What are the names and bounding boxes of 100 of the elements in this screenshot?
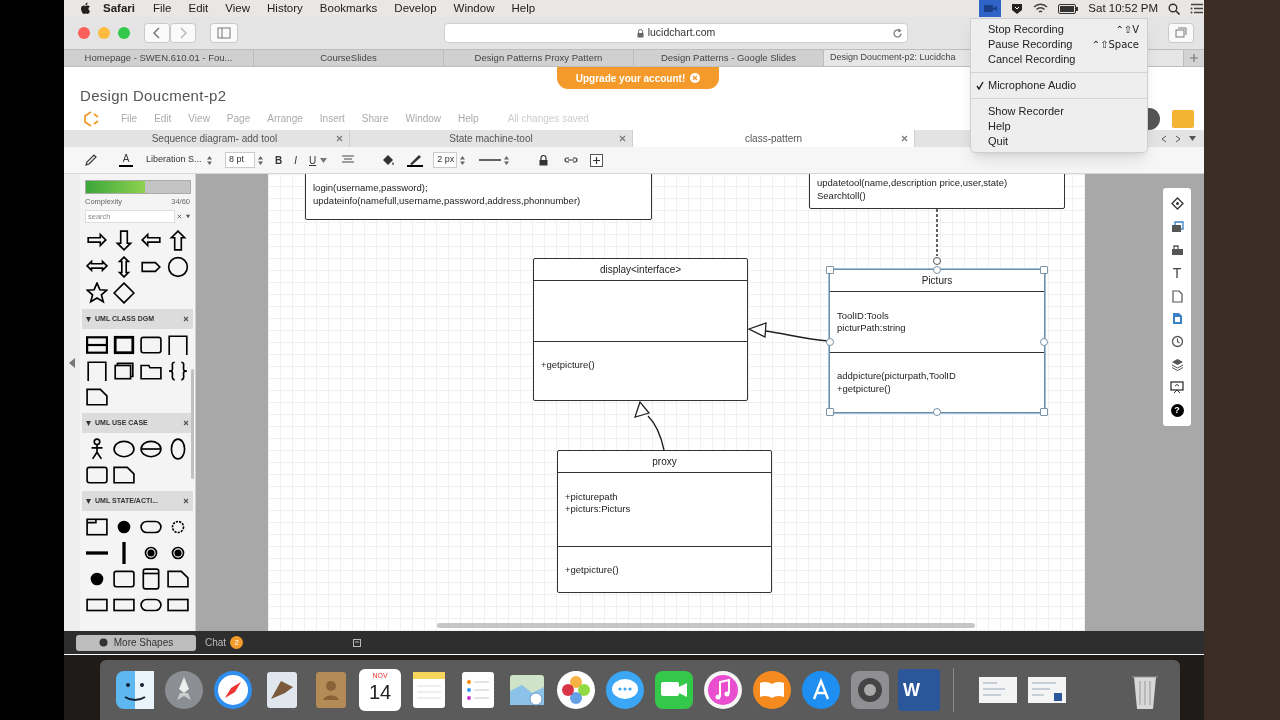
stepper-icon[interactable] — [258, 155, 263, 165]
selection-handle[interactable] — [933, 408, 941, 416]
diamond-icon[interactable] — [1170, 196, 1184, 210]
menu-item[interactable]: Show Recorder — [971, 104, 1147, 119]
frame-icon[interactable] — [167, 334, 189, 357]
stacked-rectangles-icon[interactable] — [113, 360, 135, 383]
class-box[interactable]: Picturs ToolID:Tools picturPath:string addpicture(picturpath,ToolID +getpicture() — [829, 269, 1045, 413]
close-icon[interactable] — [336, 135, 343, 142]
page-icon[interactable] — [1171, 289, 1183, 303]
class-box[interactable]: proxy +picturepath +picturs:Picturs +getpicture() — [557, 450, 772, 593]
word-document-icon[interactable]: W — [898, 669, 940, 711]
class-box[interactable]: login(username,password); updateinfo(namefull,username,password,address,phonnumber) — [305, 174, 652, 220]
style-button[interactable]: U — [309, 152, 317, 168]
caret-down-icon[interactable] — [86, 420, 91, 426]
speech-bubble-icon[interactable] — [604, 669, 646, 711]
stepper-icon[interactable] — [207, 155, 212, 165]
menu-item[interactable]: Cancel Recording — [971, 52, 1147, 67]
shapes-icon[interactable] — [1170, 242, 1184, 256]
menu-item[interactable]: Window — [453, 0, 495, 18]
rectangle-icon[interactable] — [140, 568, 162, 591]
apple-icon[interactable] — [80, 2, 91, 15]
open-book-icon[interactable] — [751, 669, 793, 711]
note-icon[interactable] — [167, 568, 189, 591]
caret-down-icon[interactable] — [86, 498, 91, 504]
stepper-icon[interactable] — [504, 155, 510, 165]
selection-handle[interactable] — [1040, 266, 1048, 274]
flower-icon[interactable] — [555, 669, 597, 711]
add-icon[interactable] — [590, 153, 604, 167]
gear-icon[interactable] — [849, 669, 891, 711]
menu-item[interactable]: Help — [511, 0, 536, 18]
class-box[interactable]: updatetool(name,description price,user,state) Searchtoll() — [809, 174, 1065, 209]
class-box[interactable]: display<interface> +getpicture() — [533, 258, 748, 401]
caret-down-icon[interactable] — [185, 214, 190, 220]
menu-icon[interactable] — [1190, 3, 1204, 14]
close-icon[interactable] — [183, 316, 189, 323]
chevron-left-icon[interactable] — [1161, 134, 1167, 143]
wifi-icon[interactable] — [1033, 3, 1049, 14]
menu-item[interactable]: Develop — [394, 0, 437, 18]
rectangle-icon[interactable] — [86, 516, 108, 539]
note-icon[interactable] — [113, 464, 135, 487]
paint-bucket-icon[interactable] — [381, 153, 396, 167]
face-icon[interactable] — [114, 669, 156, 711]
address-bar[interactable]: lucidchart.com — [444, 23, 908, 43]
rectangle-icon[interactable] — [86, 464, 108, 487]
association-line[interactable] — [933, 208, 941, 265]
brush-icon[interactable] — [84, 153, 97, 167]
menu-item[interactable]: Microphone Audio — [971, 78, 1147, 93]
font-size-field[interactable]: 8 pt — [225, 152, 255, 168]
selection-handle[interactable] — [826, 266, 834, 274]
video-camera-icon[interactable] — [653, 669, 695, 711]
selection-handle[interactable] — [933, 266, 941, 274]
music-note-icon[interactable] — [702, 669, 744, 711]
caret-down-icon[interactable] — [1189, 136, 1196, 141]
menu-item[interactable]: File — [152, 0, 172, 18]
chat-label[interactable]: Chat — [205, 635, 227, 650]
rocket-icon[interactable] — [163, 669, 205, 711]
frame-icon[interactable] — [86, 360, 108, 383]
search-icon[interactable] — [1168, 2, 1180, 15]
shield-icon[interactable] — [1011, 2, 1024, 15]
line-width-field[interactable]: 2 px — [433, 152, 458, 168]
clear-icon[interactable] — [177, 213, 182, 221]
braces-icon[interactable] — [167, 360, 189, 383]
inheritance-arrow[interactable] — [634, 400, 665, 451]
style-button[interactable]: I — [294, 152, 297, 168]
rectangle-icon[interactable] — [113, 334, 135, 357]
video-camera-icon[interactable] — [979, 0, 1002, 17]
rectangle-icon[interactable] — [140, 334, 162, 357]
more-shapes-button[interactable]: More Shapes — [76, 634, 196, 651]
menu-item[interactable]: Edit — [188, 0, 209, 18]
reload-icon[interactable] — [892, 28, 903, 39]
collapse-icon[interactable] — [69, 358, 75, 368]
menu-item[interactable]: Pause Recording ⌃⇧Space — [971, 37, 1147, 52]
menu-item[interactable]: View — [225, 0, 251, 18]
close-icon[interactable] — [183, 420, 189, 427]
link-icon[interactable] — [564, 156, 579, 164]
selection-handle[interactable] — [826, 338, 834, 346]
selection-handle[interactable] — [826, 408, 834, 416]
caret-down-icon[interactable] — [320, 157, 328, 163]
menu-item[interactable]: Bookmarks — [319, 0, 378, 18]
help-button[interactable]: ? — [1170, 403, 1184, 417]
battery-icon[interactable] — [1058, 3, 1079, 14]
stepper-icon[interactable] — [460, 155, 466, 165]
lock-icon[interactable] — [539, 154, 549, 166]
selection-handle[interactable] — [1040, 338, 1048, 346]
menu-item[interactable]: Safari — [103, 0, 135, 18]
document-icon[interactable] — [1171, 312, 1183, 326]
menu-item[interactable]: Stop Recording ⌃⇧V — [971, 22, 1147, 37]
history-icon[interactable] — [1170, 335, 1184, 349]
font-dropdown[interactable]: Liberation S... — [143, 152, 215, 168]
close-icon[interactable] — [619, 135, 626, 142]
circle-icon[interactable] — [167, 256, 189, 279]
text-color-button[interactable]: A — [119, 153, 133, 167]
window-icon[interactable] — [353, 638, 362, 647]
note-icon[interactable] — [86, 386, 108, 409]
text-tool[interactable]: T — [1172, 265, 1182, 280]
compass-icon[interactable] — [212, 669, 254, 711]
close-icon[interactable] — [183, 498, 189, 505]
close-icon[interactable] — [901, 135, 908, 142]
clock-text[interactable]: Sat 10:52 PM — [1088, 0, 1158, 18]
diamond-icon[interactable] — [113, 282, 135, 305]
